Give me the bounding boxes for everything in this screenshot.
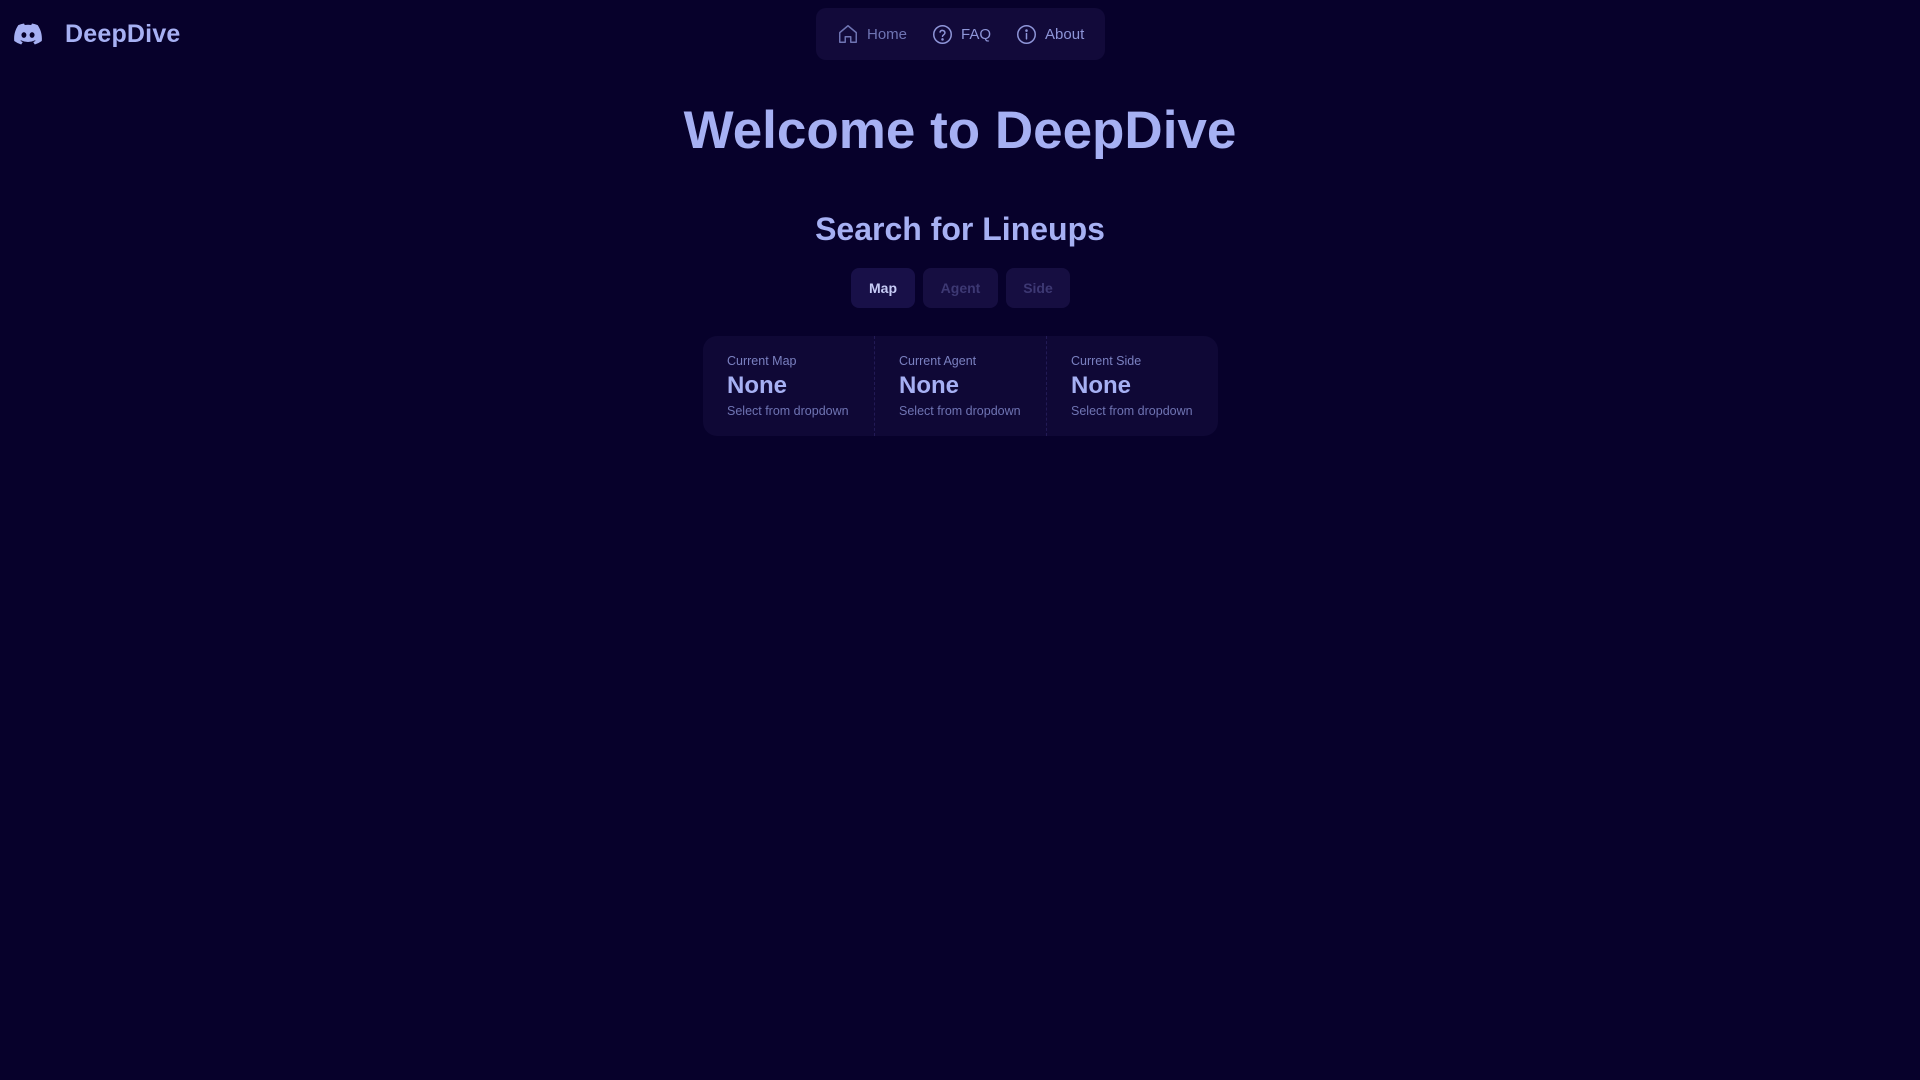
nav-item-label: FAQ — [961, 25, 992, 43]
stat-value: None — [1071, 372, 1131, 399]
discord-icon — [14, 23, 42, 45]
stat-current-agent: Current Agent None Select from dropdown — [874, 336, 1046, 436]
stat-title: Current Agent — [899, 354, 977, 368]
side-filter-button[interactable]: Side — [1006, 268, 1070, 308]
stat-value: None — [899, 372, 959, 399]
brand[interactable]: DeepDive — [14, 18, 181, 50]
nav-item-about[interactable]: About — [1016, 24, 1084, 45]
home-icon — [839, 25, 857, 43]
stat-description: Select from dropdown — [899, 404, 1021, 418]
stat-title: Current Side — [1071, 354, 1142, 368]
agent-filter-button[interactable]: Agent — [923, 268, 998, 308]
nav-item-label: Home — [867, 25, 908, 43]
stat-description: Select from dropdown — [727, 404, 849, 418]
page-title: Welcome to DeepDive — [683, 101, 1237, 160]
nav-item-faq[interactable]: FAQ — [932, 24, 991, 45]
nav-item-home[interactable]: Home — [837, 23, 907, 45]
nav-item-label: About — [1045, 25, 1085, 43]
search-heading: Search for Lineups — [815, 211, 1105, 247]
info-circle-icon — [1017, 24, 1037, 44]
top-nav: Home FAQ About — [816, 8, 1105, 60]
question-circle-icon — [933, 24, 953, 44]
stat-current-map: Current Map None Select from dropdown — [703, 336, 874, 436]
stat-current-side: Current Side None Select from dropdown — [1046, 336, 1218, 436]
stat-value: None — [727, 372, 787, 399]
selection-stats: Current Map None Select from dropdown Cu… — [703, 336, 1218, 436]
brand-name: DeepDive — [65, 19, 181, 48]
stat-description: Select from dropdown — [1071, 404, 1193, 418]
map-filter-button[interactable]: Map — [851, 268, 915, 308]
stat-title: Current Map — [727, 354, 797, 368]
